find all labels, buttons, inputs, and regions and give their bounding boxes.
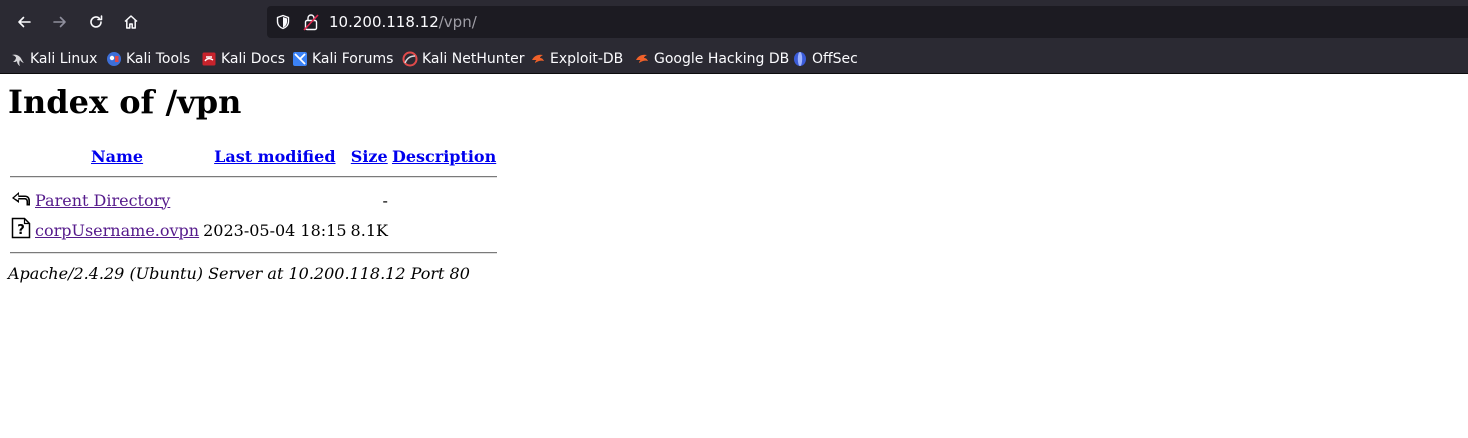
reload-button[interactable] [82, 8, 110, 36]
bookmark-kali-tools[interactable]: Kali Tools [106, 44, 190, 73]
bookmark-label: Kali Forums [312, 50, 394, 67]
svg-text:?: ? [17, 223, 25, 238]
separator-row [10, 246, 498, 260]
row-icon-cell: ? [10, 216, 32, 244]
header-description: Description [391, 144, 497, 168]
horizontal-rule [10, 252, 498, 254]
url-path: /vpn/ [438, 13, 477, 31]
browser-toolbar: 10.200.118.12/vpn/ [0, 0, 1468, 44]
bookmark-label: OffSec [812, 50, 858, 67]
bookmark-kali-docs[interactable]: Kali Docs [201, 44, 285, 73]
forward-button[interactable] [46, 8, 74, 36]
reload-icon [90, 15, 103, 28]
kali-dragon-icon [12, 54, 24, 66]
header-size: Size [350, 144, 389, 168]
arrow-right-icon [53, 16, 66, 28]
back-icon [12, 192, 30, 206]
bookmark-label: Kali Tools [126, 50, 191, 67]
row-name-cell: corpUsername.ovpn [34, 216, 200, 244]
bookmark-exploit-db[interactable]: Exploit-DB [530, 44, 623, 73]
exploit-db-icon [532, 54, 544, 63]
sort-by-size-link[interactable]: Size [351, 147, 388, 166]
header-icon-cell [10, 144, 32, 168]
kali-nethunter-icon [402, 51, 418, 66]
sort-by-description-link[interactable]: Description [392, 147, 496, 166]
offsec-icon [794, 51, 806, 66]
sort-by-name-link[interactable]: Name [91, 147, 143, 166]
insecure-lock-icon[interactable] [303, 13, 319, 31]
page-content: Index of /vpn Name Last modified Size De… [0, 74, 1468, 438]
bookmark-offsec[interactable]: OffSec [792, 44, 858, 73]
server-signature: Apache/2.4.29 (Ubuntu) Server at 10.200.… [8, 264, 470, 283]
bookmark-kali-forums[interactable]: Kali Forums [292, 44, 393, 73]
unknown-file-icon: ? [11, 217, 31, 239]
kali-docs-icon [202, 52, 216, 65]
bookmark-label: Kali Linux [30, 50, 98, 67]
bookmark-label: Kali Docs [221, 50, 286, 67]
table-row: ? corpUsername.ovpn 2023-05-04 18:15 8.1… [10, 216, 497, 244]
bookmark-label: Kali NetHunter [422, 50, 525, 67]
bookmark-google-hacking-db[interactable]: Google Hacking DB [634, 44, 789, 73]
table-row: Parent Directory - [10, 186, 497, 214]
row-description [391, 186, 497, 214]
file-link[interactable]: corpUsername.ovpn [35, 221, 199, 240]
header-name: Name [34, 144, 200, 168]
sort-by-last-modified-link[interactable]: Last modified [214, 147, 335, 166]
kali-tools-icon [107, 51, 121, 66]
row-size: 8.1K [350, 220, 388, 240]
table-header-row: Name Last modified Size Description [10, 144, 497, 168]
row-icon-cell [10, 186, 32, 214]
horizontal-rule [10, 176, 498, 178]
row-last-modified: 2023-05-04 18:15 [203, 220, 347, 240]
row-size: - [382, 190, 388, 210]
url-host: 10.200.118.12 [329, 13, 439, 31]
row-description [391, 216, 497, 244]
bookmark-kali-nethunter[interactable]: Kali NetHunter [402, 44, 524, 73]
arrow-left-icon [18, 16, 31, 28]
directory-listing-table: Name Last modified Size Description Pare… [8, 142, 499, 262]
url-text[interactable]: 10.200.118.12/vpn/ [329, 6, 477, 38]
back-button[interactable] [10, 8, 38, 36]
bookmark-label: Exploit-DB [550, 50, 624, 67]
home-icon [124, 15, 138, 29]
separator-row [10, 170, 498, 184]
browser-chrome: 10.200.118.12/vpn/ Kali Linux Kali Tools… [0, 0, 1468, 74]
tracking-protection-shield-icon[interactable] [275, 14, 291, 30]
header-last-modified: Last modified [202, 144, 347, 168]
row-name-cell: Parent Directory [34, 186, 200, 214]
parent-directory-link[interactable]: Parent Directory [35, 191, 170, 210]
home-button[interactable] [117, 8, 145, 36]
row-last-modified [202, 186, 347, 214]
bookmark-label: Google Hacking DB [654, 50, 790, 67]
kali-forums-icon [293, 51, 307, 66]
url-bar[interactable]: 10.200.118.12/vpn/ [267, 6, 1468, 38]
bookmark-kali-linux[interactable]: Kali Linux [10, 44, 97, 73]
bookmarks-toolbar: Kali Linux Kali Tools Kali Docs Kali For… [0, 44, 1468, 73]
ghdb-icon [636, 54, 648, 63]
page-title: Index of /vpn [8, 83, 242, 121]
